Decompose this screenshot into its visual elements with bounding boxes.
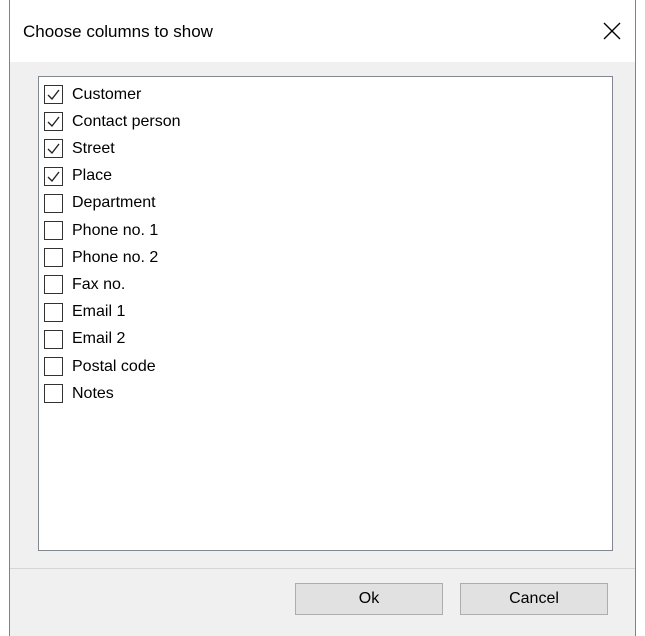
- checkbox-checked[interactable]: [44, 139, 63, 159]
- checklist-item-label: Email 2: [72, 330, 126, 348]
- checklist-item-label: Notes: [72, 384, 114, 402]
- checklist-item[interactable]: Customer: [44, 81, 604, 108]
- checklist-item[interactable]: Postal code: [44, 353, 604, 380]
- checklist-item-label: Customer: [72, 85, 142, 103]
- checklist-item[interactable]: Phone no. 1: [44, 217, 604, 244]
- checkbox-checked[interactable]: [44, 166, 63, 186]
- checklist-item[interactable]: Contact person: [44, 108, 604, 135]
- checklist-item[interactable]: Email 2: [44, 326, 604, 353]
- checkbox-unchecked[interactable]: [44, 302, 63, 322]
- title-bar: Choose columns to show: [10, 0, 635, 62]
- choose-columns-dialog: Choose columns to show Customer Contact p…: [9, 0, 636, 636]
- checklist-item[interactable]: Street: [44, 135, 604, 162]
- checkbox-unchecked[interactable]: [44, 329, 63, 349]
- checkbox-unchecked[interactable]: [44, 248, 63, 268]
- columns-checklist[interactable]: Customer Contact person Street Place Departm…: [38, 76, 613, 551]
- checkbox-unchecked[interactable]: [44, 275, 63, 295]
- checklist-item-label: Contact person: [72, 112, 181, 130]
- checklist-item[interactable]: Email 1: [44, 299, 604, 326]
- cancel-button[interactable]: Cancel: [460, 583, 608, 615]
- checklist-item-label: Department: [72, 194, 156, 212]
- checkmark-icon: [47, 143, 60, 155]
- checkmark-icon: [47, 89, 60, 101]
- checkmark-icon: [47, 116, 60, 128]
- footer-divider: [10, 568, 635, 569]
- close-button[interactable]: [589, 0, 635, 62]
- checklist-item-label: Fax no.: [72, 275, 126, 293]
- checklist-item[interactable]: Department: [44, 190, 604, 217]
- checklist-item-label: Email 1: [72, 303, 126, 321]
- ok-button[interactable]: Ok: [295, 583, 443, 615]
- checkbox-unchecked[interactable]: [44, 193, 63, 213]
- checklist-item-label: Postal code: [72, 357, 156, 375]
- checkbox-unchecked[interactable]: [44, 384, 63, 404]
- checklist-item-label: Street: [72, 139, 115, 157]
- dialog-title: Choose columns to show: [23, 22, 213, 41]
- checkbox-checked[interactable]: [44, 85, 63, 104]
- close-icon: [603, 22, 621, 40]
- checklist-item-label: Phone no. 1: [72, 221, 159, 239]
- checklist-item[interactable]: Notes: [44, 380, 604, 407]
- checkbox-checked[interactable]: [44, 112, 63, 132]
- checklist-item[interactable]: Place: [44, 163, 604, 190]
- checkbox-unchecked[interactable]: [44, 357, 63, 376]
- checkmark-icon: [47, 171, 60, 182]
- checklist-item[interactable]: Phone no. 2: [44, 244, 604, 271]
- checklist-item-label: Place: [72, 167, 113, 185]
- checklist-item-label: Phone no. 2: [72, 248, 159, 266]
- checkbox-unchecked[interactable]: [44, 221, 63, 240]
- checklist-item[interactable]: Fax no.: [44, 271, 604, 298]
